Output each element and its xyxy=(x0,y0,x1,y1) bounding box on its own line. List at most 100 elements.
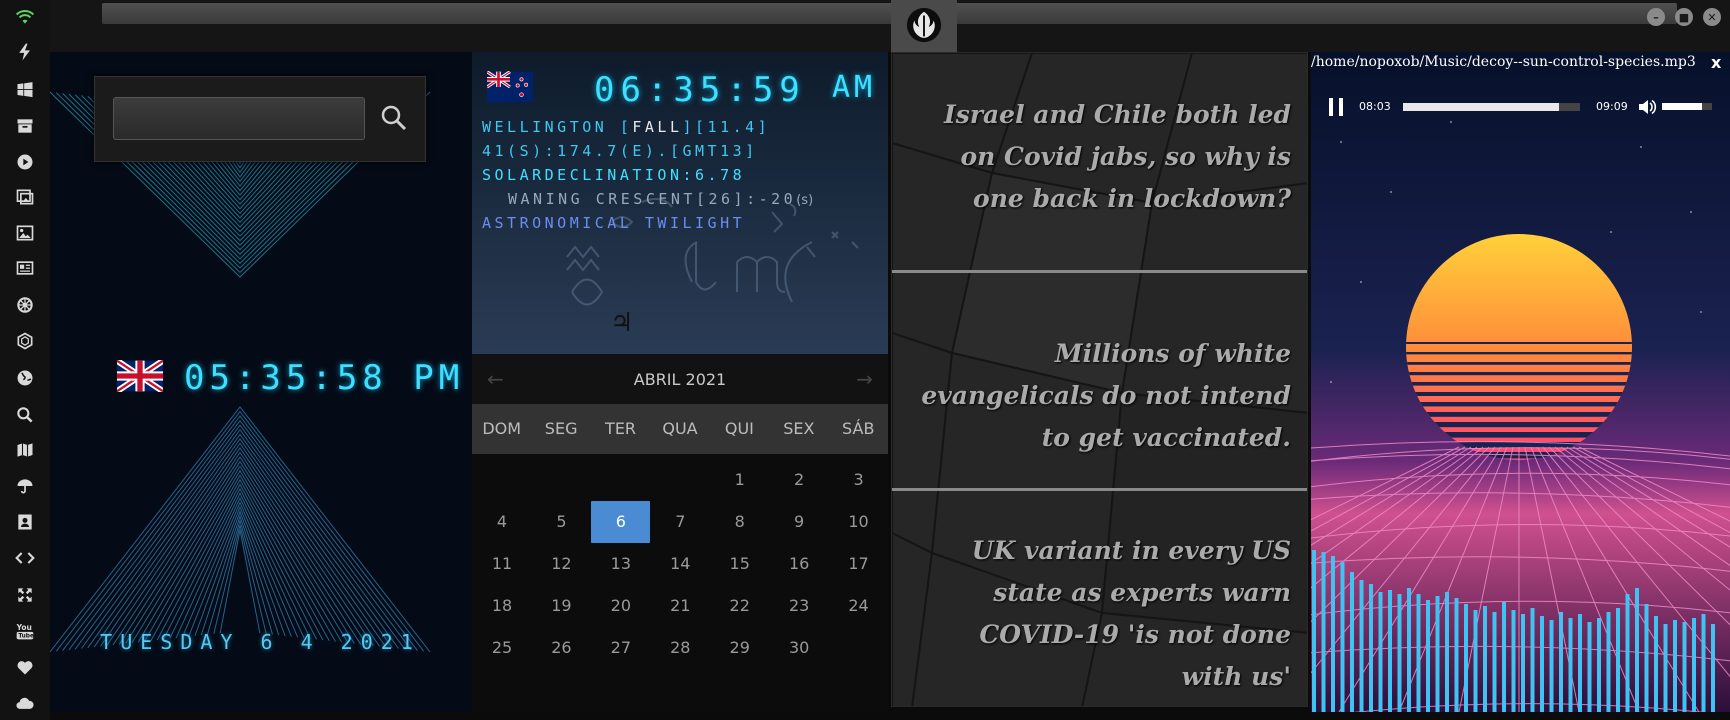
map-icon[interactable] xyxy=(13,439,37,461)
hexagon-icon[interactable] xyxy=(13,330,37,352)
coordinates-line: 41(S):174.7(E).[GMT13] xyxy=(482,142,758,160)
pause-bar xyxy=(1329,98,1333,116)
moon-phase-line: WANING CRESCENT[26]:-20(s) xyxy=(508,190,813,208)
weekday-label: DOM xyxy=(482,419,522,438)
moon-phase-text: WANING CRESCENT[26]:-20 xyxy=(508,190,797,208)
calendar-day[interactable]: 9 xyxy=(770,501,829,543)
svg-text:Tube: Tube xyxy=(18,634,34,640)
volume-fill xyxy=(1662,103,1702,110)
close-player-button[interactable]: x xyxy=(1711,53,1721,72)
address-bar[interactable] xyxy=(102,3,1677,24)
prev-month-button[interactable]: ← xyxy=(487,367,504,391)
nz-ampm: AM xyxy=(832,70,877,105)
uk-flag xyxy=(115,358,165,396)
search-icon[interactable] xyxy=(13,404,37,426)
calendar-day[interactable]: 27 xyxy=(591,627,650,669)
rebel-alliance-icon[interactable] xyxy=(891,0,957,52)
bolt-icon[interactable] xyxy=(13,41,37,63)
news-divider xyxy=(892,270,1307,273)
svg-text:You: You xyxy=(16,623,32,632)
news-panel: Israel and Chile both led on Covid jabs,… xyxy=(891,52,1308,707)
calendar-day[interactable]: 3 xyxy=(829,459,888,501)
calendar-day[interactable]: 12 xyxy=(532,543,591,585)
nz-flag xyxy=(486,70,533,107)
volume-slider[interactable] xyxy=(1662,103,1712,110)
search-button[interactable] xyxy=(377,99,411,137)
music-player-panel: /home/nopoxob/Music/decoy--sun-control-s… xyxy=(1311,52,1730,712)
progress-bar[interactable] xyxy=(1403,103,1580,111)
weekday-label: QUA xyxy=(662,419,698,438)
duration: 09:09 xyxy=(1596,100,1628,113)
progress-fill xyxy=(1403,103,1559,111)
calendar-day[interactable]: 29 xyxy=(710,627,769,669)
calendar-day[interactable]: 8 xyxy=(710,501,769,543)
calendar-day[interactable]: 28 xyxy=(651,627,710,669)
heart-icon[interactable] xyxy=(13,656,37,678)
calendar-day[interactable]: 7 xyxy=(651,501,710,543)
dharma-wheel-icon[interactable] xyxy=(13,294,37,316)
umbrella-icon[interactable] xyxy=(13,475,37,497)
calendar-header: ← ABRIL 2021 → xyxy=(472,354,888,404)
synthwave-artwork xyxy=(1311,52,1730,712)
calendar-day-today[interactable]: 6 xyxy=(591,501,651,543)
calendar-day[interactable]: 2 xyxy=(770,459,829,501)
image-icon[interactable] xyxy=(13,222,37,244)
calendar-day[interactable]: 4 xyxy=(473,501,532,543)
cloud-icon[interactable] xyxy=(13,692,37,714)
calendar-day[interactable]: 30 xyxy=(770,627,829,669)
play-icon[interactable] xyxy=(13,151,37,173)
calendar-day[interactable]: 10 xyxy=(829,501,888,543)
nz-clock-panel: 06:35:59 AM WELLINGTON [FALL][11.4] 41(S… xyxy=(472,52,888,712)
volume-icon[interactable] xyxy=(1637,97,1657,121)
nz-time: 06:35:59 xyxy=(594,70,806,110)
calendar-day[interactable]: 1 xyxy=(710,459,769,501)
news-item[interactable]: Israel and Chile both led on Covid jabs,… xyxy=(912,94,1291,220)
uk-date: TUESDAY 6 4 2021 xyxy=(100,630,421,654)
calendar-day[interactable]: 5 xyxy=(532,501,591,543)
windows-icon[interactable] xyxy=(13,79,37,101)
calendar-day[interactable]: 20 xyxy=(591,585,650,627)
news-icon[interactable] xyxy=(13,257,37,279)
calendar-day[interactable]: 22 xyxy=(710,585,769,627)
news-item[interactable]: UK variant in every US state as experts … xyxy=(912,530,1291,698)
sidebar: You Tube xyxy=(0,0,50,720)
expand-icon[interactable] xyxy=(13,584,37,606)
calendar-day[interactable]: 19 xyxy=(532,585,591,627)
pause-button[interactable] xyxy=(1329,98,1343,116)
minimize-button[interactable]: – xyxy=(1647,8,1665,26)
contacts-icon[interactable] xyxy=(13,511,37,533)
wifi-icon[interactable] xyxy=(13,6,37,28)
pause-bar xyxy=(1339,98,1343,116)
calendar-day[interactable]: 25 xyxy=(473,627,532,669)
location-suffix: ][11.4] xyxy=(682,118,771,136)
calendar-day[interactable]: 21 xyxy=(651,585,710,627)
weekday-label: TER xyxy=(605,419,637,438)
calendar-day[interactable]: 24 xyxy=(829,585,888,627)
weekday-label: SEX xyxy=(783,419,815,438)
photos-icon[interactable] xyxy=(13,186,37,208)
next-month-button[interactable]: → xyxy=(856,367,873,391)
uk-time: 05:35:58 PM xyxy=(184,358,465,398)
youtube-icon[interactable]: You Tube xyxy=(13,620,37,642)
search-input[interactable] xyxy=(113,97,365,140)
calendar-day[interactable]: 17 xyxy=(829,543,888,585)
uk-clock-panel: 05:35:58 PM TUESDAY 6 4 2021 xyxy=(50,52,471,712)
news-item[interactable]: Millions of white evangelicals do not in… xyxy=(912,333,1291,459)
calendar-day[interactable]: 16 xyxy=(770,543,829,585)
calendar-day[interactable]: 18 xyxy=(473,585,532,627)
jupiter-glyph: ♃ xyxy=(610,308,634,338)
weekday-label: QUI xyxy=(724,419,754,438)
code-icon[interactable] xyxy=(13,547,37,569)
calendar-weekdays: DOM SEG TER QUA QUI SEX SÁB xyxy=(472,404,888,454)
calendar-day[interactable]: 26 xyxy=(532,627,591,669)
globe-icon[interactable] xyxy=(13,367,37,389)
close-button[interactable]: ✕ xyxy=(1703,8,1721,26)
calendar-day[interactable]: 13 xyxy=(591,543,650,585)
maximize-button[interactable]: ■ xyxy=(1675,8,1693,26)
calendar-day[interactable]: 14 xyxy=(651,543,710,585)
season-label: FALL xyxy=(632,118,683,136)
calendar-day[interactable]: 15 xyxy=(710,543,769,585)
archive-icon[interactable] xyxy=(13,115,37,137)
calendar-day[interactable]: 11 xyxy=(473,543,532,585)
calendar-day[interactable]: 23 xyxy=(770,585,829,627)
